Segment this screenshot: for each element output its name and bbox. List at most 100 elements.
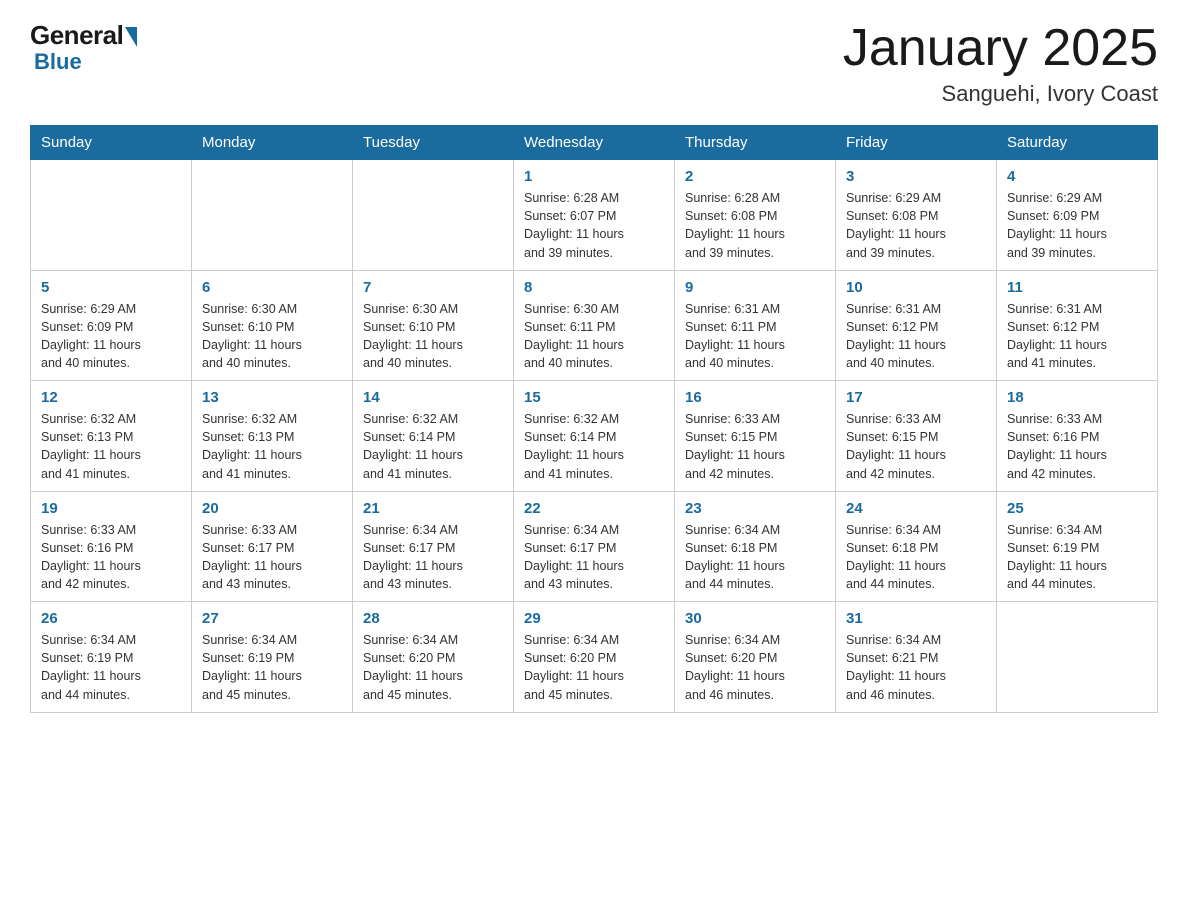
day-info: Sunrise: 6:29 AM Sunset: 6:09 PM Dayligh… xyxy=(41,300,181,373)
day-number: 11 xyxy=(1007,279,1147,296)
location-title: Sanguehi, Ivory Coast xyxy=(843,81,1158,107)
weekday-header-thursday: Thursday xyxy=(675,126,836,160)
month-title: January 2025 xyxy=(843,20,1158,77)
day-number: 28 xyxy=(363,610,503,627)
day-number: 12 xyxy=(41,389,181,406)
day-number: 16 xyxy=(685,389,825,406)
calendar-cell: 11 Sunrise: 6:31 AM Sunset: 6:12 PM Dayli… xyxy=(997,270,1158,381)
day-number: 14 xyxy=(363,389,503,406)
day-info: Sunrise: 6:31 AM Sunset: 6:12 PM Dayligh… xyxy=(1007,300,1147,373)
weekday-header-monday: Monday xyxy=(192,126,353,160)
day-number: 13 xyxy=(202,389,342,406)
day-info: Sunrise: 6:29 AM Sunset: 6:09 PM Dayligh… xyxy=(1007,189,1147,262)
day-info: Sunrise: 6:34 AM Sunset: 6:19 PM Dayligh… xyxy=(41,631,181,704)
week-row-5: 26 Sunrise: 6:34 AM Sunset: 6:19 PM Dayli… xyxy=(31,602,1158,713)
calendar-cell: 13 Sunrise: 6:32 AM Sunset: 6:13 PM Dayli… xyxy=(192,381,353,492)
day-info: Sunrise: 6:30 AM Sunset: 6:11 PM Dayligh… xyxy=(524,300,664,373)
day-info: Sunrise: 6:33 AM Sunset: 6:15 PM Dayligh… xyxy=(685,410,825,483)
day-info: Sunrise: 6:28 AM Sunset: 6:07 PM Dayligh… xyxy=(524,189,664,262)
day-number: 9 xyxy=(685,279,825,296)
calendar-cell: 10Sunrise: 6:31 AM Sunset: 6:12 PM Dayli… xyxy=(836,270,997,381)
day-info: Sunrise: 6:34 AM Sunset: 6:19 PM Dayligh… xyxy=(202,631,342,704)
calendar-cell: 22Sunrise: 6:34 AM Sunset: 6:17 PM Dayli… xyxy=(514,491,675,602)
day-number: 29 xyxy=(524,610,664,627)
weekday-header-sunday: Sunday xyxy=(31,126,192,160)
day-info: Sunrise: 6:34 AM Sunset: 6:18 PM Dayligh… xyxy=(846,521,986,594)
calendar-cell: 24 Sunrise: 6:34 AM Sunset: 6:18 PM Dayli… xyxy=(836,491,997,602)
calendar-cell: 4 Sunrise: 6:29 AM Sunset: 6:09 PM Daylig… xyxy=(997,160,1158,271)
calendar-cell: 17Sunrise: 6:33 AM Sunset: 6:15 PM Dayli… xyxy=(836,381,997,492)
day-number: 26 xyxy=(41,610,181,627)
day-number: 21 xyxy=(363,500,503,517)
day-info: Sunrise: 6:34 AM Sunset: 6:20 PM Dayligh… xyxy=(685,631,825,704)
calendar-cell: 5 Sunrise: 6:29 AM Sunset: 6:09 PM Daylig… xyxy=(31,270,192,381)
logo: General Blue xyxy=(30,20,137,75)
calendar-cell: 23 Sunrise: 6:34 AM Sunset: 6:18 PM Dayli… xyxy=(675,491,836,602)
logo-blue-text: Blue xyxy=(34,49,82,75)
day-info: Sunrise: 6:31 AM Sunset: 6:12 PM Dayligh… xyxy=(846,300,986,373)
week-row-1: 1 Sunrise: 6:28 AM Sunset: 6:07 PM Daylig… xyxy=(31,160,1158,271)
calendar-cell xyxy=(31,160,192,271)
day-number: 7 xyxy=(363,279,503,296)
day-info: Sunrise: 6:34 AM Sunset: 6:21 PM Dayligh… xyxy=(846,631,986,704)
day-number: 24 xyxy=(846,500,986,517)
calendar-cell: 25Sunrise: 6:34 AM Sunset: 6:19 PM Dayli… xyxy=(997,491,1158,602)
day-number: 3 xyxy=(846,168,986,185)
day-number: 1 xyxy=(524,168,664,185)
calendar-cell: 6Sunrise: 6:30 AM Sunset: 6:10 PM Daylig… xyxy=(192,270,353,381)
day-number: 5 xyxy=(41,279,181,296)
day-number: 4 xyxy=(1007,168,1147,185)
calendar-cell: 19Sunrise: 6:33 AM Sunset: 6:16 PM Dayli… xyxy=(31,491,192,602)
calendar-cell: 3Sunrise: 6:29 AM Sunset: 6:08 PM Daylig… xyxy=(836,160,997,271)
day-info: Sunrise: 6:32 AM Sunset: 6:14 PM Dayligh… xyxy=(524,410,664,483)
day-info: Sunrise: 6:32 AM Sunset: 6:14 PM Dayligh… xyxy=(363,410,503,483)
day-info: Sunrise: 6:33 AM Sunset: 6:16 PM Dayligh… xyxy=(41,521,181,594)
day-info: Sunrise: 6:34 AM Sunset: 6:18 PM Dayligh… xyxy=(685,521,825,594)
weekday-header-tuesday: Tuesday xyxy=(353,126,514,160)
weekday-header-friday: Friday xyxy=(836,126,997,160)
calendar-cell: 26 Sunrise: 6:34 AM Sunset: 6:19 PM Dayli… xyxy=(31,602,192,713)
calendar-cell: 21 Sunrise: 6:34 AM Sunset: 6:17 PM Dayli… xyxy=(353,491,514,602)
day-number: 15 xyxy=(524,389,664,406)
day-number: 20 xyxy=(202,500,342,517)
calendar-cell: 8 Sunrise: 6:30 AM Sunset: 6:11 PM Daylig… xyxy=(514,270,675,381)
calendar-cell: 15 Sunrise: 6:32 AM Sunset: 6:14 PM Dayli… xyxy=(514,381,675,492)
day-number: 27 xyxy=(202,610,342,627)
calendar-cell: 28Sunrise: 6:34 AM Sunset: 6:20 PM Dayli… xyxy=(353,602,514,713)
day-info: Sunrise: 6:34 AM Sunset: 6:20 PM Dayligh… xyxy=(524,631,664,704)
calendar-cell xyxy=(997,602,1158,713)
calendar-cell: 1 Sunrise: 6:28 AM Sunset: 6:07 PM Daylig… xyxy=(514,160,675,271)
calendar-cell: 18Sunrise: 6:33 AM Sunset: 6:16 PM Dayli… xyxy=(997,381,1158,492)
calendar-cell: 2 Sunrise: 6:28 AM Sunset: 6:08 PM Daylig… xyxy=(675,160,836,271)
day-info: Sunrise: 6:30 AM Sunset: 6:10 PM Dayligh… xyxy=(363,300,503,373)
weekday-header-wednesday: Wednesday xyxy=(514,126,675,160)
calendar-cell: 12 Sunrise: 6:32 AM Sunset: 6:13 PM Dayli… xyxy=(31,381,192,492)
day-number: 8 xyxy=(524,279,664,296)
day-info: Sunrise: 6:30 AM Sunset: 6:10 PM Dayligh… xyxy=(202,300,342,373)
weekday-header-row: SundayMondayTuesdayWednesdayThursdayFrid… xyxy=(31,126,1158,160)
day-number: 30 xyxy=(685,610,825,627)
day-number: 23 xyxy=(685,500,825,517)
day-number: 2 xyxy=(685,168,825,185)
week-row-4: 19Sunrise: 6:33 AM Sunset: 6:16 PM Dayli… xyxy=(31,491,1158,602)
day-number: 31 xyxy=(846,610,986,627)
day-number: 25 xyxy=(1007,500,1147,517)
day-info: Sunrise: 6:33 AM Sunset: 6:17 PM Dayligh… xyxy=(202,521,342,594)
calendar-table: SundayMondayTuesdayWednesdayThursdayFrid… xyxy=(30,125,1158,713)
calendar-cell: 7 Sunrise: 6:30 AM Sunset: 6:10 PM Daylig… xyxy=(353,270,514,381)
calendar-cell xyxy=(353,160,514,271)
day-info: Sunrise: 6:32 AM Sunset: 6:13 PM Dayligh… xyxy=(202,410,342,483)
day-info: Sunrise: 6:33 AM Sunset: 6:16 PM Dayligh… xyxy=(1007,410,1147,483)
weekday-header-saturday: Saturday xyxy=(997,126,1158,160)
day-number: 22 xyxy=(524,500,664,517)
day-info: Sunrise: 6:33 AM Sunset: 6:15 PM Dayligh… xyxy=(846,410,986,483)
calendar-cell: 29 Sunrise: 6:34 AM Sunset: 6:20 PM Dayli… xyxy=(514,602,675,713)
day-info: Sunrise: 6:32 AM Sunset: 6:13 PM Dayligh… xyxy=(41,410,181,483)
week-row-3: 12 Sunrise: 6:32 AM Sunset: 6:13 PM Dayli… xyxy=(31,381,1158,492)
calendar-cell: 16 Sunrise: 6:33 AM Sunset: 6:15 PM Dayli… xyxy=(675,381,836,492)
calendar-cell: 14 Sunrise: 6:32 AM Sunset: 6:14 PM Dayli… xyxy=(353,381,514,492)
day-info: Sunrise: 6:28 AM Sunset: 6:08 PM Dayligh… xyxy=(685,189,825,262)
calendar-cell xyxy=(192,160,353,271)
day-info: Sunrise: 6:34 AM Sunset: 6:17 PM Dayligh… xyxy=(363,521,503,594)
calendar-cell: 27 Sunrise: 6:34 AM Sunset: 6:19 PM Dayli… xyxy=(192,602,353,713)
